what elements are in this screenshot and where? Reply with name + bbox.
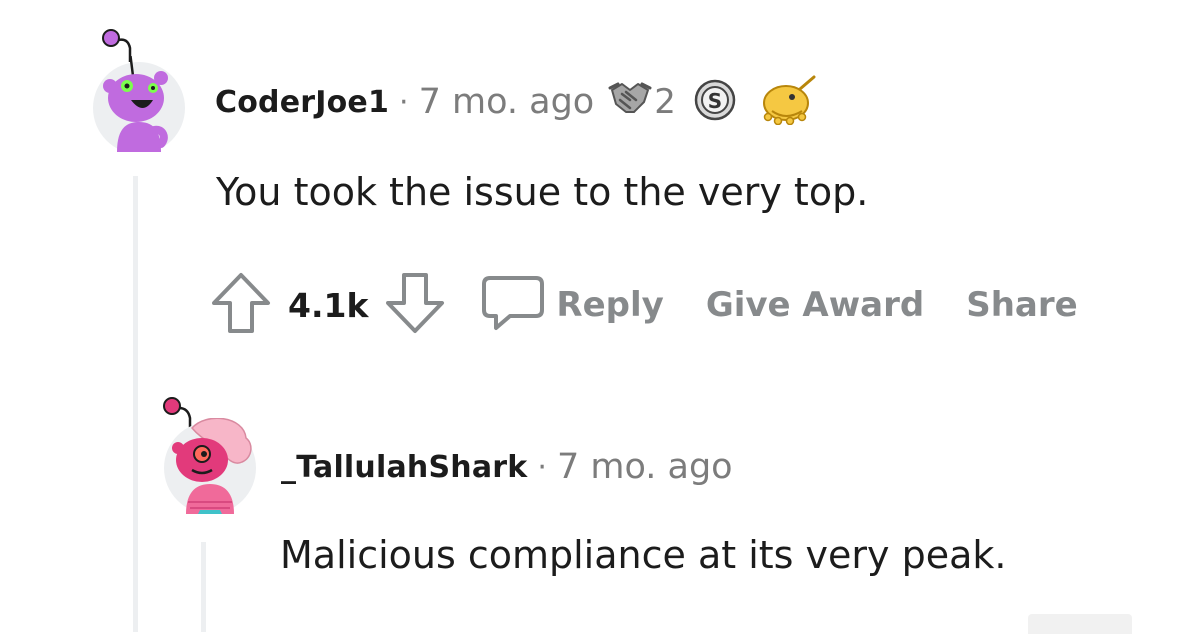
comment-header: CoderJoe1 · 7 mo. ago 2 S (215, 75, 816, 127)
vote-count: 4.1k (288, 285, 369, 325)
username[interactable]: _TallulahShark (281, 450, 527, 485)
avatar[interactable] (162, 417, 258, 514)
avatar-antenna-icon (102, 29, 132, 62)
thread-line-outer[interactable] (133, 176, 138, 632)
reply-button[interactable]: Reply (480, 272, 664, 338)
timestamp[interactable]: 7 mo. ago (557, 447, 733, 487)
comment-body: Malicious compliance at its very peak. (280, 533, 1007, 577)
upvote-icon[interactable] (210, 271, 272, 339)
snoo-avatar-purple-icon (93, 43, 185, 154)
handshake-award-icon[interactable] (608, 80, 652, 124)
avatar[interactable] (91, 43, 187, 154)
snoo-avatar-pink-icon (164, 417, 256, 514)
award-count: 2 (654, 82, 676, 122)
comment-actions: 4.1k Reply Give Award Share (210, 272, 1078, 338)
comment-body: You took the issue to the very top. (216, 170, 869, 214)
share-button[interactable]: Share (966, 285, 1077, 325)
svg-text:S: S (708, 89, 722, 113)
reply-label: Reply (556, 285, 664, 325)
meta-separator: · (537, 449, 547, 485)
meta-separator: · (399, 84, 409, 120)
silver-award-icon[interactable]: S (692, 77, 738, 127)
username[interactable]: CoderJoe1 (215, 85, 389, 120)
comment-header: _TallulahShark · 7 mo. ago (281, 445, 733, 489)
comment-bubble-icon (480, 272, 546, 338)
give-award-button[interactable]: Give Award (706, 285, 924, 325)
narwhal-award-icon[interactable] (758, 75, 816, 129)
thread-line-inner[interactable] (201, 542, 206, 632)
downvote-icon[interactable] (384, 271, 446, 339)
more-replies-tab[interactable] (1028, 614, 1132, 634)
timestamp[interactable]: 7 mo. ago (419, 82, 595, 122)
